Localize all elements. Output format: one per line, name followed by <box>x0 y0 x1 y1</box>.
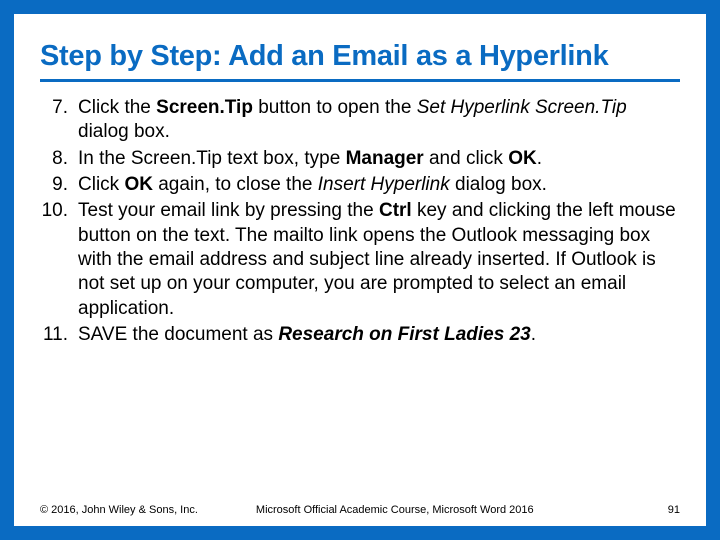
list-item: 9.Click OK again, to close the Insert Hy… <box>40 173 680 197</box>
footer-page-number: 91 <box>668 504 680 516</box>
step-number: 10. <box>40 199 78 321</box>
step-list: 7.Click the Screen.Tip button to open th… <box>40 96 680 347</box>
slide-body: 7.Click the Screen.Tip button to open th… <box>40 96 680 347</box>
list-item: 8.In the Screen.Tip text box, type Manag… <box>40 147 680 171</box>
slide-footer: © 2016, John Wiley & Sons, Inc. Microsof… <box>40 504 680 516</box>
footer-copyright: © 2016, John Wiley & Sons, Inc. <box>40 504 198 516</box>
step-text: Test your email link by pressing the Ctr… <box>78 199 680 321</box>
footer-course: Microsoft Official Academic Course, Micr… <box>256 504 668 516</box>
step-number: 8. <box>40 147 78 171</box>
step-number: 9. <box>40 173 78 197</box>
step-text: In the Screen.Tip text box, type Manager… <box>78 147 680 171</box>
list-item: 10.Test your email link by pressing the … <box>40 199 680 321</box>
step-text: SAVE the document as Research on First L… <box>78 323 680 347</box>
step-number: 7. <box>40 96 78 145</box>
slide-title: Step by Step: Add an Email as a Hyperlin… <box>40 40 680 82</box>
list-item: 7.Click the Screen.Tip button to open th… <box>40 96 680 145</box>
slide: Step by Step: Add an Email as a Hyperlin… <box>0 0 720 540</box>
step-text: Click the Screen.Tip button to open the … <box>78 96 680 145</box>
step-number: 11. <box>40 323 78 347</box>
step-text: Click OK again, to close the Insert Hype… <box>78 173 680 197</box>
list-item: 11.SAVE the document as Research on Firs… <box>40 323 680 347</box>
